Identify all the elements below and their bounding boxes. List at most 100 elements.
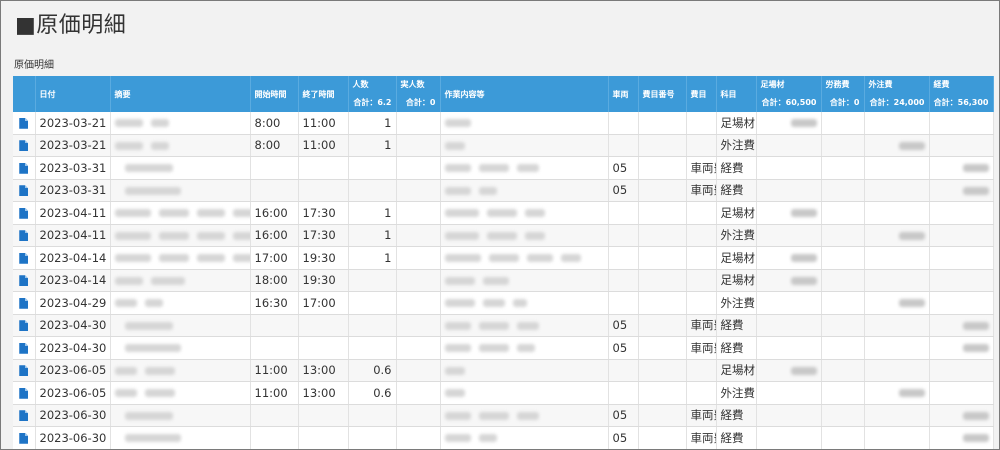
- table-row[interactable]: 2023-06-30 05 車両費経費: [13, 404, 994, 427]
- redacted-amount: [898, 299, 925, 308]
- table-row[interactable]: 2023-04-29 16:30 17:00 外注費: [13, 291, 994, 315]
- redacted-amount: [790, 119, 817, 128]
- cell-expense: [929, 179, 994, 202]
- document-icon[interactable]: [19, 432, 29, 444]
- table-row[interactable]: 2023-04-11 16:00 17:30 1 外注費: [13, 224, 994, 247]
- document-icon[interactable]: [19, 320, 29, 332]
- cell-icon[interactable]: [13, 134, 36, 157]
- header-labor[interactable]: 労務費 合計：0: [821, 76, 865, 112]
- table-row[interactable]: 2023-03-21 8:00 11:00 1 足場材: [13, 112, 994, 135]
- cell-cost-item: [686, 224, 717, 247]
- header-cost-item[interactable]: 費目: [686, 76, 717, 112]
- cell-subject: 経費: [716, 179, 757, 202]
- cell-subject: 経費: [716, 426, 757, 449]
- cell-outsource: [864, 134, 930, 157]
- cell-work: [440, 246, 609, 270]
- table-row[interactable]: 2023-04-11 16:00 17:30 1 足場材: [13, 201, 994, 225]
- document-icon[interactable]: [19, 185, 29, 197]
- cell-vehicle: [608, 201, 639, 225]
- table-row[interactable]: 2023-06-05 11:00 13:00 0.6 外注費: [13, 381, 994, 405]
- header-cost-code[interactable]: 費目番号: [638, 76, 687, 112]
- cell-summary: [110, 179, 251, 202]
- table-row[interactable]: 2023-06-30 05 車両費経費: [13, 426, 994, 449]
- document-icon[interactable]: [19, 117, 29, 129]
- header-summary[interactable]: 摘要: [110, 76, 251, 112]
- cost-detail-table-wrapper: 日付 摘要 開始時間 終了時間 人数 合計：6.2 実人数 合計：0 作業内容等…: [13, 76, 994, 449]
- document-icon[interactable]: [19, 365, 29, 377]
- document-icon[interactable]: [19, 297, 29, 309]
- table-row[interactable]: 2023-03-31 05 車両費経費: [13, 179, 994, 202]
- cell-icon[interactable]: [13, 269, 36, 292]
- cell-cost-item: [686, 246, 717, 270]
- cell-icon[interactable]: [13, 112, 36, 135]
- redacted-text: [444, 141, 465, 150]
- table-row[interactable]: 2023-06-05 11:00 13:00 0.6 足場材: [13, 359, 994, 382]
- cell-end: [298, 156, 349, 180]
- cell-icon[interactable]: [13, 404, 36, 427]
- cost-detail-table: 日付 摘要 開始時間 終了時間 人数 合計：6.2 実人数 合計：0 作業内容等…: [13, 76, 994, 449]
- cell-date: 2023-04-30: [35, 336, 111, 360]
- cell-labor: [821, 359, 865, 382]
- document-icon[interactable]: [19, 162, 29, 174]
- cell-labor: [821, 201, 865, 225]
- cell-expense: [929, 291, 994, 315]
- header-people[interactable]: 人数 合計：6.2: [348, 76, 397, 112]
- cell-start: 18:00: [250, 269, 299, 292]
- cell-icon[interactable]: [13, 314, 36, 337]
- header-actual-people[interactable]: 実人数 合計：0: [396, 76, 441, 112]
- table-row[interactable]: 2023-04-14 17:00 19:30 1 足場材: [13, 246, 994, 270]
- header-people-label: 人数: [352, 80, 369, 89]
- header-vehicle[interactable]: 車両: [608, 76, 639, 112]
- redacted-amount: [962, 321, 989, 330]
- cell-icon[interactable]: [13, 291, 36, 315]
- cell-work: [440, 156, 609, 180]
- cell-icon[interactable]: [13, 381, 36, 405]
- cell-outsource: [864, 381, 930, 405]
- header-work[interactable]: 作業内容等: [440, 76, 609, 112]
- cell-people: 1: [348, 246, 397, 270]
- document-icon[interactable]: [19, 410, 29, 422]
- header-date[interactable]: 日付: [35, 76, 111, 112]
- cell-icon[interactable]: [13, 156, 36, 180]
- document-icon[interactable]: [19, 252, 29, 264]
- table-row[interactable]: 2023-03-21 8:00 11:00 1 外注費: [13, 134, 994, 157]
- cell-icon[interactable]: [13, 336, 36, 360]
- document-icon[interactable]: [19, 207, 29, 219]
- table-row[interactable]: 2023-03-31 05 車両費経費: [13, 156, 994, 180]
- table-row[interactable]: 2023-04-30 05 車両費経費: [13, 314, 994, 337]
- cell-actual: [396, 246, 441, 270]
- cell-actual: [396, 291, 441, 315]
- cell-icon[interactable]: [13, 426, 36, 449]
- cell-labor: [821, 381, 865, 405]
- table-row[interactable]: 2023-04-14 18:00 19:30 足場材: [13, 269, 994, 292]
- cell-work: [440, 112, 609, 135]
- header-end-time[interactable]: 終了時間: [298, 76, 349, 112]
- redacted-text: [124, 321, 173, 330]
- cell-icon[interactable]: [13, 201, 36, 225]
- cell-icon[interactable]: [13, 246, 36, 270]
- header-subject[interactable]: 科目: [716, 76, 757, 112]
- cell-icon[interactable]: [13, 359, 36, 382]
- document-icon[interactable]: [19, 342, 29, 354]
- header-start-time[interactable]: 開始時間: [250, 76, 299, 112]
- table-row[interactable]: 2023-04-30 05 車両費経費: [13, 336, 994, 360]
- cell-vehicle: 05: [608, 336, 639, 360]
- cell-expense: [929, 336, 994, 360]
- document-icon[interactable]: [19, 140, 29, 152]
- cell-labor: [821, 246, 865, 270]
- cell-work: [440, 201, 609, 225]
- redacted-text: [124, 344, 181, 353]
- header-scaffold[interactable]: 足場材 合計：60,500: [756, 76, 822, 112]
- header-scaffold-total: 合計：60,500: [761, 98, 817, 107]
- header-expense[interactable]: 経費 合計：56,300: [929, 76, 994, 112]
- document-icon[interactable]: [19, 387, 29, 399]
- cell-icon[interactable]: [13, 224, 36, 247]
- cell-start: 16:30: [250, 291, 299, 315]
- document-icon[interactable]: [19, 230, 29, 242]
- cell-outsource: [864, 404, 930, 427]
- section-label: 原価明細: [14, 60, 54, 71]
- document-icon[interactable]: [19, 275, 29, 287]
- cell-icon[interactable]: [13, 179, 36, 202]
- header-outsource[interactable]: 外注費 合計：24,000: [864, 76, 930, 112]
- redacted-text: [478, 434, 497, 443]
